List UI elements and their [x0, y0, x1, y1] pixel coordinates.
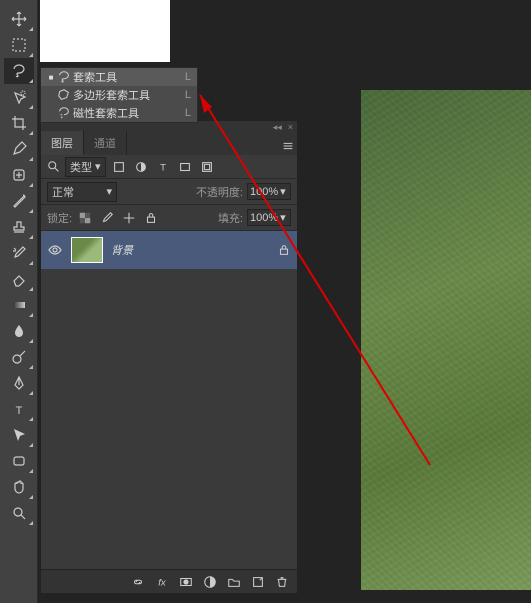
magnetic-lasso-icon	[55, 106, 73, 120]
tab-layers[interactable]: 图层	[41, 131, 84, 155]
eyedropper-tool[interactable]	[4, 136, 34, 162]
link-layers-icon[interactable]	[127, 573, 149, 591]
fill-input[interactable]: 100%▾	[247, 209, 291, 226]
svg-text:T: T	[160, 162, 166, 173]
filter-type-icon[interactable]: T	[154, 158, 172, 176]
tab-channels[interactable]: 通道	[84, 131, 127, 155]
dodge-tool[interactable]	[4, 344, 34, 370]
chevron-down-icon: ▾	[106, 185, 112, 198]
layer-filter-row: 类型▾ T	[41, 155, 297, 179]
lock-transparent-icon[interactable]	[76, 209, 94, 227]
shape-tool[interactable]	[4, 448, 34, 474]
new-adjustment-icon[interactable]	[199, 573, 221, 591]
pen-tool[interactable]	[4, 370, 34, 396]
fill-label: 填充:	[218, 210, 243, 226]
flyout-item-key: L	[179, 89, 191, 101]
flyout-item-key: L	[179, 107, 191, 119]
crop-tool[interactable]	[4, 110, 34, 136]
layers-footer: fx	[41, 569, 297, 593]
zoom-tool[interactable]	[4, 500, 34, 526]
lasso-icon	[55, 70, 73, 84]
flyout-item-label: 磁性套索工具	[73, 105, 179, 121]
history-brush-tool[interactable]	[4, 240, 34, 266]
flyout-item-key: L	[179, 71, 191, 83]
panel-tabs: 图层 通道	[41, 133, 297, 155]
tools-toolbar: T	[0, 0, 38, 603]
opacity-value: 100%	[250, 186, 278, 198]
panel-close-icon[interactable]: ×	[288, 122, 293, 132]
lasso-tool[interactable]	[4, 58, 34, 84]
filter-shape-icon[interactable]	[176, 158, 194, 176]
panel-menu-icon[interactable]	[279, 137, 297, 155]
panel-collapse-icon[interactable]: ◂◂	[273, 122, 282, 133]
eraser-tool[interactable]	[4, 266, 34, 292]
selected-dot-icon: ■	[47, 73, 55, 82]
chevron-down-icon: ▾	[95, 160, 101, 173]
lock-paint-icon[interactable]	[98, 209, 116, 227]
new-group-icon[interactable]	[223, 573, 245, 591]
opacity-input[interactable]: 100%▾	[247, 183, 291, 200]
chevron-down-icon: ▾	[280, 185, 286, 198]
blend-row: 正常▾ 不透明度: 100%▾	[41, 179, 297, 205]
layers-list: 背景	[41, 231, 297, 569]
filter-pixel-icon[interactable]	[110, 158, 128, 176]
type-tool[interactable]: T	[4, 396, 34, 422]
panels-group: ◂◂ × 图层 通道 类型▾ T 正常▾ 不透明度: 100%▾ 锁定: 填充:…	[40, 120, 298, 594]
layer-thumbnail[interactable]	[71, 237, 103, 263]
path-select-tool[interactable]	[4, 422, 34, 448]
new-layer-icon[interactable]	[247, 573, 269, 591]
healing-tool[interactable]	[4, 162, 34, 188]
layer-name[interactable]: 背景	[111, 242, 269, 258]
blend-mode-select[interactable]: 正常 ▾	[47, 182, 117, 202]
lock-label: 锁定:	[47, 210, 72, 226]
layer-row[interactable]: 背景	[41, 231, 297, 269]
move-tool[interactable]	[4, 6, 34, 32]
chevron-down-icon: ▾	[280, 211, 286, 224]
polygonal-lasso-icon	[55, 88, 73, 102]
fill-value: 100%	[250, 212, 278, 224]
blend-mode-value: 正常	[52, 184, 74, 200]
filter-kind-select[interactable]: 类型▾	[65, 157, 106, 177]
flyout-item-label: 多边形套索工具	[73, 87, 179, 103]
layer-lock-icon[interactable]	[277, 243, 291, 257]
hand-tool[interactable]	[4, 474, 34, 500]
filter-smart-icon[interactable]	[198, 158, 216, 176]
layer-fx-icon[interactable]: fx	[151, 573, 173, 591]
filter-search-icon[interactable]	[47, 160, 61, 174]
document-thumbnail-area	[40, 0, 170, 62]
svg-text:fx: fx	[158, 577, 167, 588]
lock-position-icon[interactable]	[120, 209, 138, 227]
quick-select-tool[interactable]	[4, 84, 34, 110]
filter-adjust-icon[interactable]	[132, 158, 150, 176]
blur-tool[interactable]	[4, 318, 34, 344]
stamp-tool[interactable]	[4, 214, 34, 240]
delete-layer-icon[interactable]	[271, 573, 293, 591]
svg-text:T: T	[15, 405, 22, 417]
lasso-flyout-menu: ■ 套索工具 L 多边形套索工具 L 磁性套索工具 L	[40, 67, 198, 123]
flyout-magnetic-lasso[interactable]: 磁性套索工具 L	[41, 104, 197, 122]
brush-tool[interactable]	[4, 188, 34, 214]
lock-all-icon[interactable]	[142, 209, 160, 227]
filter-kind-label: 类型	[70, 159, 92, 175]
gradient-tool[interactable]	[4, 292, 34, 318]
canvas-area[interactable]	[361, 90, 531, 590]
lock-row: 锁定: 填充: 100%▾	[41, 205, 297, 231]
flyout-lasso[interactable]: ■ 套索工具 L	[41, 68, 197, 86]
opacity-label: 不透明度:	[196, 184, 243, 200]
visibility-eye-icon[interactable]	[47, 242, 63, 258]
layer-mask-icon[interactable]	[175, 573, 197, 591]
flyout-item-label: 套索工具	[73, 69, 179, 85]
marquee-tool[interactable]	[4, 32, 34, 58]
flyout-polygonal-lasso[interactable]: 多边形套索工具 L	[41, 86, 197, 104]
